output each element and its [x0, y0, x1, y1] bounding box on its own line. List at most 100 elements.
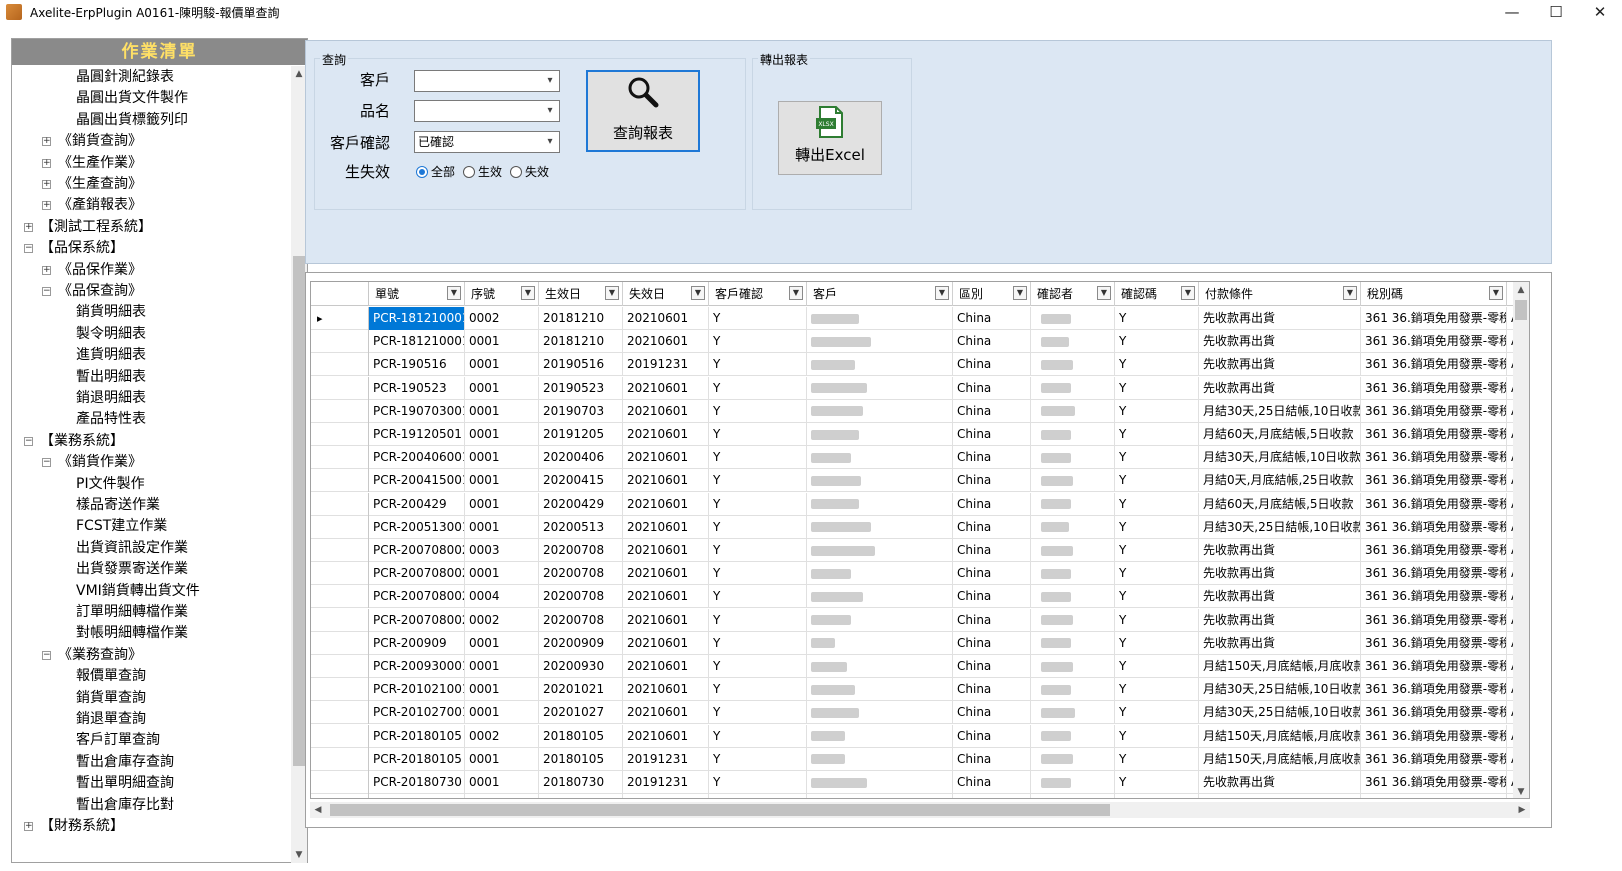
table-row[interactable]: PCR-200415001 0001 20200415 20210601 Y China Y… [311, 469, 1529, 493]
table-cell[interactable] [807, 794, 953, 798]
table-cell[interactable]: 20210601 [623, 655, 709, 678]
table-cell[interactable]: 先收款再出貨 [1199, 585, 1361, 609]
table-cell[interactable]: 先收款再出貨 [1199, 608, 1361, 632]
tree-expander-icon[interactable]: + [42, 158, 51, 168]
table-cell[interactable] [1031, 376, 1115, 400]
row-header[interactable] [311, 608, 369, 632]
scroll-right-icon[interactable]: ▶ [1514, 802, 1530, 818]
table-cell[interactable]: Y [1115, 585, 1199, 609]
table-cell[interactable]: PCR-200513001 [369, 515, 465, 539]
table-cell[interactable]: 先收款再出貨 [1199, 330, 1361, 354]
row-header[interactable] [311, 353, 369, 377]
table-row[interactable]: PCR-200429 0001 20200429 20210601 Y China Y 月結6… [311, 492, 1529, 516]
tree-item[interactable]: 【測試工程系統】 [40, 216, 152, 238]
table-cell[interactable]: Y [709, 701, 807, 725]
table-cell[interactable] [807, 492, 953, 516]
table-cell[interactable]: PCR-20180105 [369, 724, 465, 748]
table-cell[interactable]: PCR-19120501 [369, 423, 465, 446]
scroll-down-icon[interactable]: ▼ [291, 847, 307, 863]
tree-item[interactable]: 暫出倉庫存比對 [76, 794, 174, 816]
table-cell[interactable]: PCR-20180730 [369, 771, 465, 794]
filter-dropdown-icon[interactable]: ▼ [1489, 286, 1503, 300]
row-header[interactable] [311, 376, 369, 400]
table-row[interactable]: PCR-190523 0001 20190523 20210601 Y China Y 先收款… [311, 376, 1529, 400]
table-cell[interactable]: 361 36.銷項免用發票-零稅 [1361, 747, 1507, 771]
table-row[interactable]: PCR-190703001 0001 20190703 20210601 Y China Y… [311, 399, 1529, 423]
table-cell[interactable]: PCR-190703001 [369, 399, 465, 423]
table-cell[interactable]: Y [1115, 423, 1199, 446]
table-cell[interactable]: 361 36.銷項免用發票-零稅 [1361, 399, 1507, 423]
table-cell[interactable]: 20210601 [623, 330, 709, 354]
table-cell[interactable]: Y [1115, 515, 1199, 539]
table-cell[interactable]: PCR-20180813 [369, 794, 465, 798]
table-cell[interactable]: Y [1115, 492, 1199, 516]
table-cell[interactable] [807, 562, 953, 586]
table-cell[interactable]: Y [709, 539, 807, 562]
tree-item[interactable]: 樣品寄送作業 [76, 494, 160, 516]
tree-expander-icon[interactable]: − [42, 458, 51, 468]
tree-expander-icon[interactable]: + [42, 137, 51, 147]
table-cell[interactable]: 20210601 [623, 307, 709, 330]
table-cell[interactable]: 20210601 [623, 469, 709, 493]
radio-effective-label[interactable]: 生效 [478, 163, 502, 180]
table-cell[interactable]: Y [709, 376, 807, 400]
filter-dropdown-icon[interactable]: ▼ [1097, 286, 1111, 300]
table-cell[interactable]: China [953, 562, 1031, 586]
table-cell[interactable] [807, 515, 953, 539]
table-cell[interactable]: PCR-190523 [369, 376, 465, 400]
table-cell[interactable] [1031, 701, 1115, 725]
table-cell[interactable] [807, 631, 953, 655]
table-cell[interactable]: 先收款再出貨 [1199, 307, 1361, 330]
tree-item[interactable]: 暫出明細表 [76, 366, 146, 388]
table-cell[interactable]: 361 36.銷項免用發票-零稅 [1361, 446, 1507, 470]
table-cell[interactable]: 20210601 [623, 539, 709, 562]
table-cell[interactable]: 20210601 [623, 701, 709, 725]
table-cell[interactable]: 月結60天,月底結帳,5日收款 [1199, 492, 1361, 516]
tree-expander-icon[interactable]: + [42, 180, 51, 189]
table-cell[interactable]: Y [1115, 330, 1199, 354]
table-cell[interactable]: 0001 [465, 747, 539, 771]
row-header[interactable] [311, 515, 369, 539]
table-cell[interactable]: 20200429 [539, 492, 623, 516]
tree-item[interactable]: VMI銷貨轉出貨文件 [76, 580, 200, 602]
table-cell[interactable]: China [953, 794, 1031, 798]
table-row[interactable]: PCR-20180105 0002 20180105 20210601 Y China Y 月… [311, 724, 1529, 748]
table-cell[interactable]: Y [709, 423, 807, 446]
filter-dropdown-icon[interactable]: ▼ [935, 286, 949, 300]
table-cell[interactable]: 20191231 [623, 771, 709, 794]
table-cell[interactable]: Y [709, 353, 807, 377]
table-cell[interactable] [807, 771, 953, 794]
table-cell[interactable]: PCR-200429 [369, 492, 465, 516]
table-cell[interactable] [807, 655, 953, 678]
table-cell[interactable] [1031, 307, 1115, 330]
table-cell[interactable]: 20201021 [539, 678, 623, 702]
table-cell[interactable]: Y [709, 794, 807, 798]
tree-item[interactable]: 《產銷報表》 [58, 194, 142, 216]
table-cell[interactable]: 361 36.銷項免用發票-零稅 [1361, 771, 1507, 794]
table-row[interactable]: PCR-200708002 0001 20200708 20210601 Y China Y… [311, 562, 1529, 586]
row-header[interactable] [311, 655, 369, 678]
table-cell[interactable]: 361 36.銷項免用發票-零稅 [1361, 492, 1507, 516]
table-cell[interactable]: 0001 [465, 423, 539, 446]
table-cell[interactable]: 20200415 [539, 469, 623, 493]
table-cell[interactable] [1031, 724, 1115, 748]
tree-item[interactable]: 【業務系統】 [40, 430, 124, 452]
table-row[interactable]: PCR-200406001 0001 20200406 20210601 Y China Y… [311, 446, 1529, 470]
table-cell[interactable] [807, 399, 953, 423]
table-row[interactable]: PCR-201027001 0001 20201027 20210601 Y China Y… [311, 701, 1529, 725]
table-cell[interactable]: China [953, 330, 1031, 354]
table-row[interactable]: PCR-190516 0001 20190516 20191231 Y China Y 先收款… [311, 353, 1529, 377]
table-cell[interactable]: 20180730 [539, 771, 623, 794]
filter-dropdown-icon[interactable]: ▼ [1343, 286, 1357, 300]
table-cell[interactable]: Y [709, 724, 807, 748]
table-cell[interactable]: 361 36.銷項免用發票-零稅 [1361, 353, 1507, 377]
table-cell[interactable] [1031, 562, 1115, 586]
table-cell[interactable]: 20201027 [539, 701, 623, 725]
table-cell[interactable]: 361 36.銷項免用發票-零稅 [1361, 307, 1507, 330]
table-cell[interactable]: 20180105 [539, 724, 623, 748]
table-cell[interactable]: 20210601 [623, 678, 709, 702]
table-cell[interactable]: 月結30天,25日結帳,10日收款 [1199, 701, 1361, 725]
table-cell[interactable]: 361 36.銷項免用發票-零稅 [1361, 376, 1507, 400]
table-cell[interactable] [807, 539, 953, 562]
table-cell[interactable]: PCR-200930001 [369, 655, 465, 678]
